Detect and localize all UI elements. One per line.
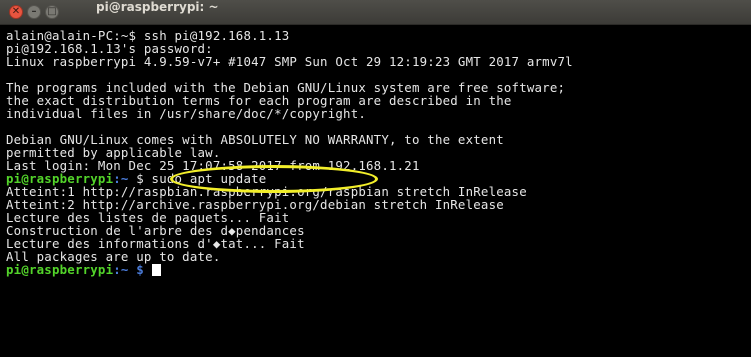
title-bar[interactable]: ✕ – □ pi@raspberrypi: ~ [0,0,751,25]
text-cursor[interactable] [151,264,161,276]
window-title: pi@raspberrypi: ~ [96,0,219,14]
prompt-path: :~ $ [113,262,152,277]
terminal-screen[interactable]: alain@alain-PC:~$ ssh pi@192.168.1.13 pi… [0,25,751,357]
prompt-user: pi@raspberrypi [6,262,114,277]
highlight-ellipse [170,165,378,193]
minimize-icon: – [31,6,37,17]
maximize-icon: □ [47,6,57,17]
terminal-line: individual files in /usr/share/doc/*/cop… [6,106,367,121]
prompt-line[interactable]: pi@raspberrypi:~ $ [6,263,161,276]
minimize-button[interactable]: – [27,5,41,19]
close-button[interactable]: ✕ [9,5,23,19]
close-icon: ✕ [11,6,21,17]
terminal-window: ✕ – □ pi@raspberrypi: ~ alain@alain-PC:~… [0,0,751,357]
maximize-button[interactable]: □ [45,5,59,19]
terminal-line: Linux raspberrypi 4.9.59-v7+ #1047 SMP S… [6,54,573,69]
